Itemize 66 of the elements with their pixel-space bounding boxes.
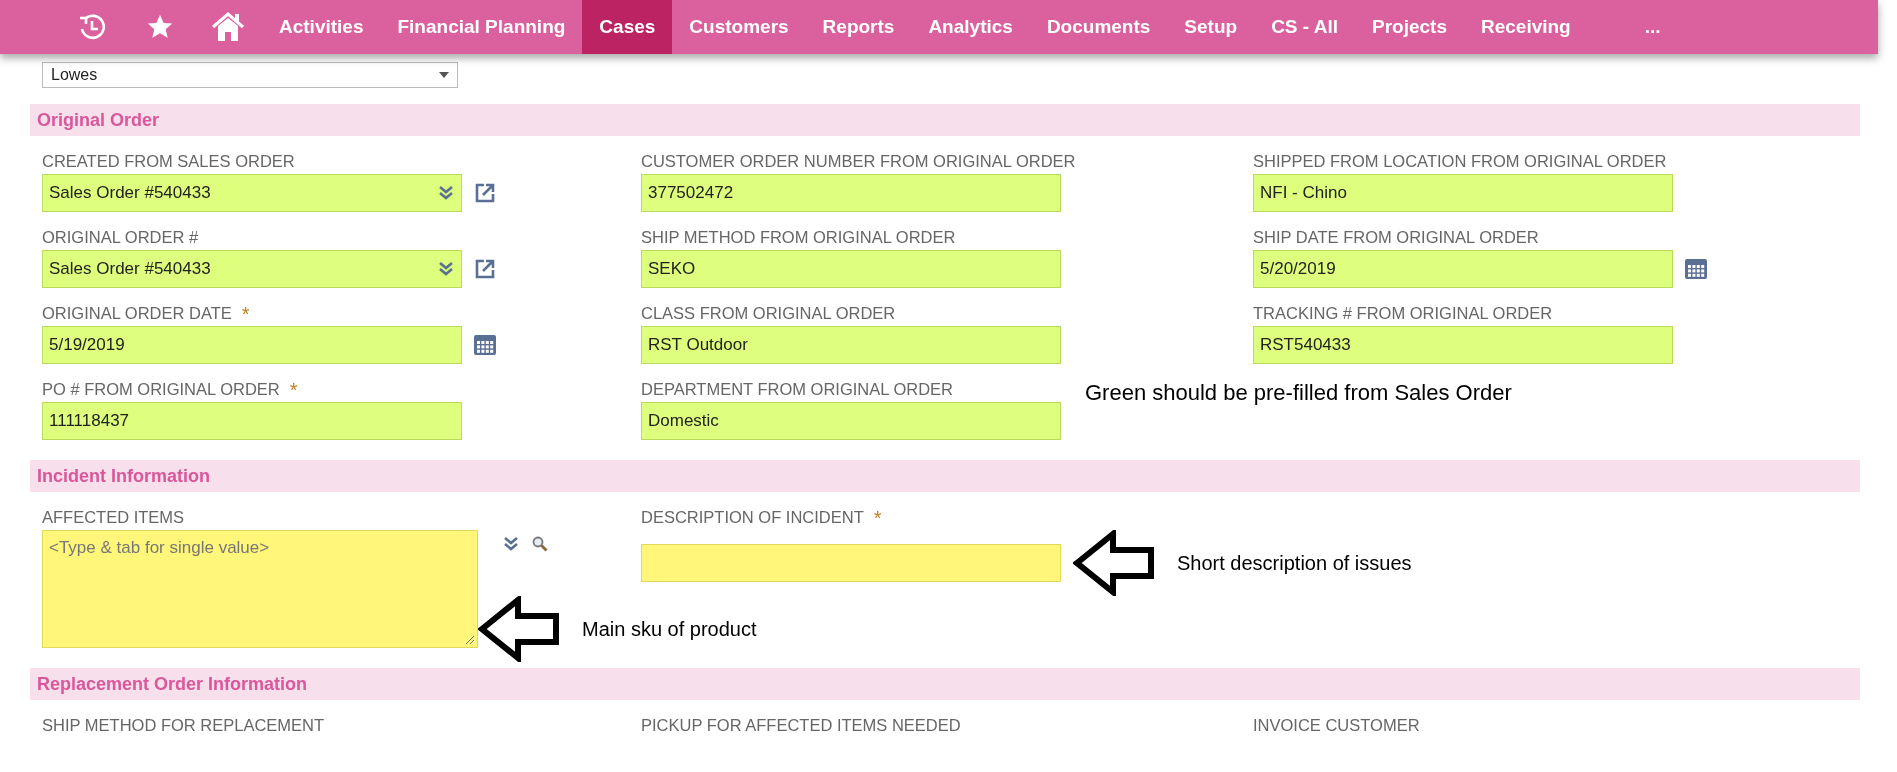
nav-tab[interactable]: ... bbox=[1627, 0, 1678, 54]
double-chevron-icon[interactable] bbox=[439, 261, 453, 277]
field-label: ORIGINAL ORDER # bbox=[42, 228, 199, 247]
field-label: DEPARTMENT FROM ORIGINAL ORDER bbox=[641, 380, 953, 399]
date-field[interactable]: 5/19/2019 bbox=[42, 326, 462, 364]
home-icon[interactable] bbox=[211, 12, 245, 42]
nav-tab[interactable]: Financial Planning bbox=[380, 0, 583, 54]
nav-tab[interactable]: Cases bbox=[582, 0, 673, 54]
open-link-icon[interactable] bbox=[474, 182, 496, 204]
section-header: Original Order bbox=[30, 104, 1860, 136]
nav-tab[interactable]: Setup bbox=[1167, 0, 1255, 54]
double-chevron-icon[interactable] bbox=[439, 185, 453, 201]
star-icon[interactable] bbox=[146, 13, 174, 41]
nav-tab[interactable]: Analytics bbox=[911, 0, 1030, 54]
nav-tab[interactable]: Customers bbox=[672, 0, 806, 54]
history-icon[interactable] bbox=[77, 12, 107, 42]
nav-tab[interactable]: Projects bbox=[1355, 0, 1464, 54]
field-label: SHIP METHOD FOR REPLACEMENT bbox=[42, 716, 325, 735]
nav-tab[interactable]: CS - All bbox=[1254, 0, 1355, 54]
dropdown-field[interactable]: Sales Order #540433 bbox=[42, 250, 462, 288]
text-field[interactable]: 377502472 bbox=[641, 174, 1061, 212]
resize-grip-icon[interactable] bbox=[465, 635, 475, 645]
text-field[interactable]: NFI - Chino bbox=[1253, 174, 1673, 212]
required-mark: * bbox=[289, 382, 298, 397]
search-icon[interactable] bbox=[532, 536, 548, 552]
date-field[interactable]: 5/20/2019 bbox=[1253, 250, 1673, 288]
required-mark: * bbox=[241, 306, 250, 321]
field-label: PICKUP FOR AFFECTED ITEMS NEEDED bbox=[641, 716, 961, 735]
field-label: SHIP METHOD FROM ORIGINAL ORDER bbox=[641, 228, 956, 247]
nav-tab[interactable]: Documents bbox=[1029, 0, 1168, 54]
calendar-icon[interactable] bbox=[474, 335, 496, 355]
field-label: SHIPPED FROM LOCATION FROM ORIGINAL ORDER bbox=[1253, 152, 1667, 171]
required-mark: * bbox=[873, 510, 882, 525]
field-label: AFFECTED ITEMS bbox=[42, 508, 185, 527]
open-link-icon[interactable] bbox=[474, 258, 496, 280]
text-field[interactable]: Domestic bbox=[641, 402, 1061, 440]
dropdown-field[interactable]: Lowes bbox=[42, 62, 458, 88]
field-label: SHIP DATE FROM ORIGINAL ORDER bbox=[1253, 228, 1539, 247]
text-field[interactable]: RST540433 bbox=[1253, 326, 1673, 364]
section-header: Incident Information bbox=[30, 460, 1860, 492]
nav-tab[interactable]: Receiving bbox=[1463, 0, 1588, 54]
double-chevron-icon[interactable] bbox=[504, 536, 518, 552]
left-arrow-icon bbox=[478, 596, 560, 662]
calendar-icon[interactable] bbox=[1685, 259, 1707, 279]
nav-tab[interactable]: Reports bbox=[805, 0, 912, 54]
annotation-text: Main sku of product bbox=[582, 617, 757, 641]
field-label: CREATED FROM SALES ORDER bbox=[42, 152, 295, 171]
annotation-text: Short description of issues bbox=[1177, 551, 1412, 575]
field-label: CUSTOMER ORDER NUMBER FROM ORIGINAL ORDER bbox=[641, 152, 1076, 171]
field-label: PO # FROM ORIGINAL ORDER bbox=[42, 380, 280, 399]
field-label: DESCRIPTION OF INCIDENT bbox=[641, 508, 864, 527]
field-label: INVOICE CUSTOMER bbox=[1253, 716, 1420, 735]
left-arrow-icon bbox=[1073, 530, 1155, 596]
field-label: ORIGINAL ORDER DATE bbox=[42, 304, 232, 323]
annotation-text: Green should be pre-filled from Sales Order bbox=[1085, 380, 1513, 406]
caret-icon[interactable] bbox=[439, 72, 449, 78]
text-field[interactable]: SEKO bbox=[641, 250, 1061, 288]
text-area[interactable]: <Type & tab for single value> bbox=[42, 530, 478, 648]
text-field[interactable]: RST Outdoor bbox=[641, 326, 1061, 364]
nav-tab[interactable]: Activities bbox=[262, 0, 381, 54]
field-label: TRACKING # FROM ORIGINAL ORDER bbox=[1253, 304, 1553, 323]
dropdown-field[interactable]: Sales Order #540433 bbox=[42, 174, 462, 212]
text-field[interactable] bbox=[641, 544, 1061, 582]
section-header: Replacement Order Information bbox=[30, 668, 1860, 700]
text-field[interactable]: 111118437 bbox=[42, 402, 462, 440]
field-label: CLASS FROM ORIGINAL ORDER bbox=[641, 304, 896, 323]
